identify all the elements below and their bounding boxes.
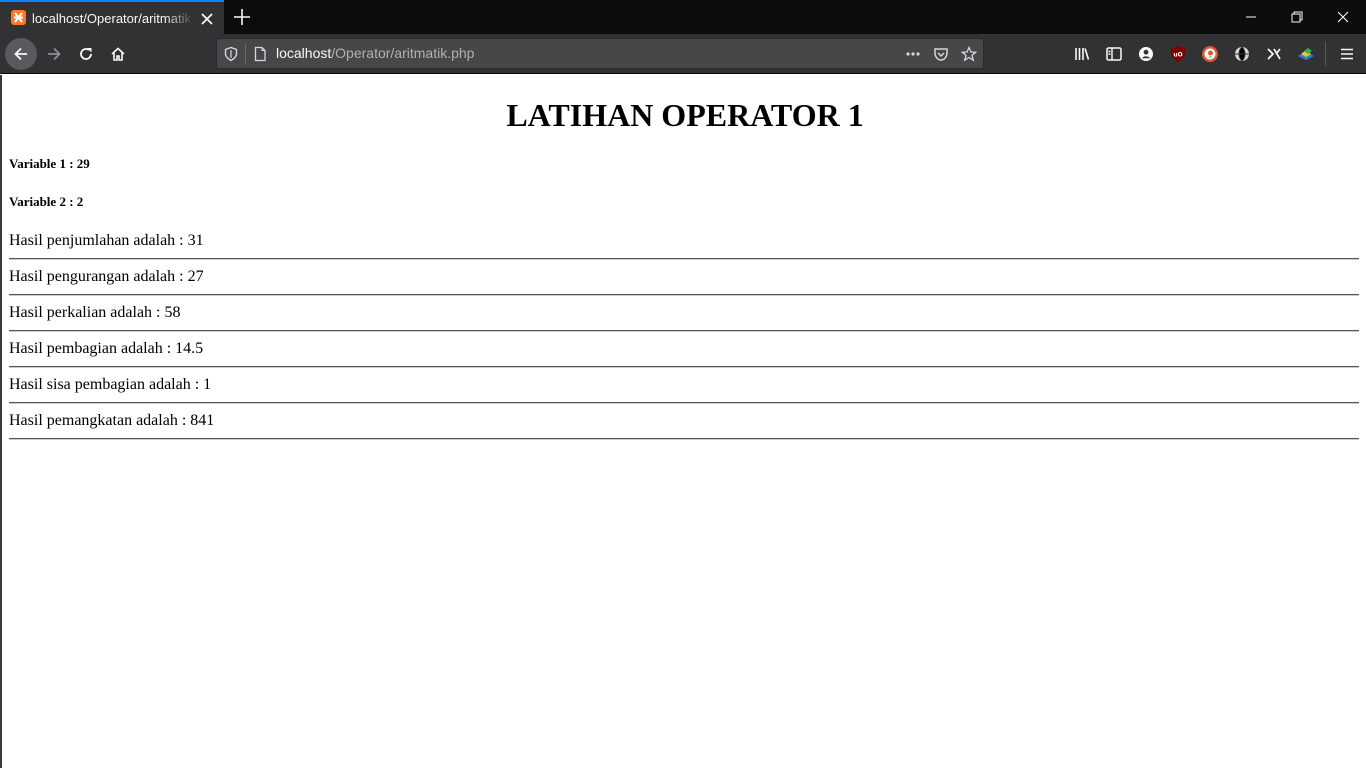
xampp-icon [11,10,26,25]
duckduckgo-icon[interactable] [1201,45,1219,63]
result-exponent: Hasil pemangkatan adalah : 841 [9,412,215,429]
url-text: localhost/Operator/aritmatik.php [276,39,474,68]
home-icon[interactable] [102,38,134,70]
tab-title: localhost/Operator/aritmatik.php [32,11,194,26]
result-modulo: Hasil sisa pembagian adalah : 1 [9,376,212,393]
result-division: Hasil pembagian adalah : 14.5 [9,340,204,357]
ublock-icon[interactable]: uO [1169,45,1187,63]
urlbar-divider [245,44,246,64]
url-bar[interactable]: localhost/Operator/aritmatik.php [216,38,984,69]
arrow-right-icon[interactable] [38,38,70,70]
divider [9,402,1359,404]
url-host: localhost [276,45,332,61]
page-content: LATIHAN OPERATOR 1 Variable 1 : 29 Varia… [0,75,1366,768]
close-window-icon[interactable] [1320,0,1366,34]
shield-icon[interactable] [223,46,239,62]
divider [9,438,1359,440]
tab-strip: localhost/Operator/aritmatik.php [0,0,1366,34]
divider [9,330,1359,332]
account-icon[interactable] [1137,45,1155,63]
variable-2: Variable 2 : 2 [9,194,84,209]
color-extension-icon[interactable] [1297,45,1315,63]
minimize-icon[interactable] [1228,0,1274,34]
sidebar-icon[interactable] [1105,45,1123,63]
divider [9,366,1359,368]
result-multiplication: Hasil perkalian adalah : 58 [9,304,181,321]
plus-icon[interactable] [231,6,253,28]
restore-icon[interactable] [1274,0,1320,34]
variable-1: Variable 1 : 29 [9,156,90,171]
hamburger-menu-icon[interactable] [1338,45,1356,63]
reload-icon[interactable] [70,38,102,70]
url-path: /Operator/aritmatik.php [331,45,475,61]
close-icon[interactable] [198,10,216,28]
result-subtraction: Hasil pengurangan adalah : 27 [9,268,204,285]
page-icon[interactable] [252,46,268,62]
library-icon[interactable] [1073,45,1091,63]
globe-icon[interactable] [1233,45,1251,63]
star-icon[interactable] [960,45,978,62]
divider [9,258,1359,260]
arrow-left-icon[interactable] [5,38,37,70]
svg-text:uO: uO [1173,52,1182,59]
page-heading: LATIHAN OPERATOR 1 [506,97,864,133]
more-dots-icon[interactable] [905,46,921,62]
navigation-toolbar: localhost/Operator/aritmatik.php uO [0,34,1366,74]
divider [9,294,1359,296]
toolbar-divider [1325,42,1326,66]
extension-icon[interactable] [1265,45,1283,63]
pocket-icon[interactable] [933,46,949,62]
browser-tab[interactable]: localhost/Operator/aritmatik.php [0,0,224,34]
result-addition: Hasil penjumlahan adalah : 31 [9,232,204,249]
